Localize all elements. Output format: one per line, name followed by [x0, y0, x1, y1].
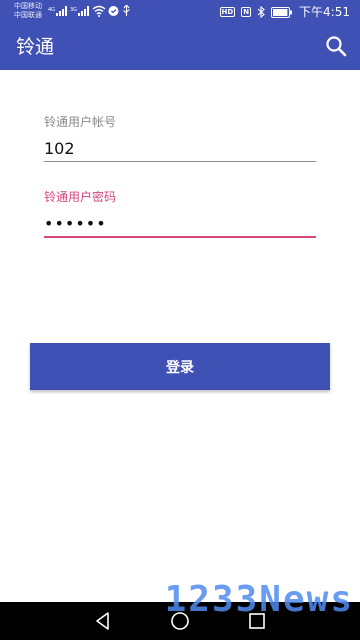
bluetooth-icon: [257, 6, 265, 18]
back-icon[interactable]: [92, 610, 114, 632]
recents-icon[interactable]: [246, 610, 268, 632]
navigation-bar: [0, 602, 360, 640]
password-label: 铃通用户密码: [44, 190, 117, 204]
carrier-labels: 中国移动 中国联通: [14, 2, 42, 20]
password-input[interactable]: [44, 210, 316, 238]
svg-text:4G: 4G: [48, 7, 55, 13]
app-toolbar: 铃通: [0, 24, 360, 70]
status-bar: 中国移动 中国联通 4G 3G HD N 下午4:51: [0, 0, 360, 24]
signal-4g-icon: 4G: [48, 6, 67, 16]
hd-badge: HD: [219, 7, 236, 17]
nfc-badge: N: [241, 7, 252, 17]
account-label: 铃通用户帐号: [44, 115, 117, 129]
status-time: 下午4:51: [299, 5, 350, 19]
usb-icon: [123, 5, 130, 16]
status-right-group: HD N 下午4:51: [219, 4, 350, 20]
home-icon[interactable]: [169, 610, 191, 632]
carrier-2-label: 中国联通: [14, 11, 42, 19]
signal-3g-icon: 3G: [70, 6, 89, 16]
location-shield-icon: [108, 6, 119, 16]
toolbar-title: 铃通: [16, 36, 55, 58]
svg-text:3G: 3G: [70, 7, 77, 13]
wifi-icon: [92, 5, 106, 17]
battery-icon: [271, 6, 293, 18]
account-input[interactable]: [44, 135, 316, 162]
login-button[interactable]: 登录: [30, 343, 330, 390]
carrier-1-label: 中国移动: [14, 2, 42, 10]
search-icon[interactable]: [324, 34, 348, 58]
